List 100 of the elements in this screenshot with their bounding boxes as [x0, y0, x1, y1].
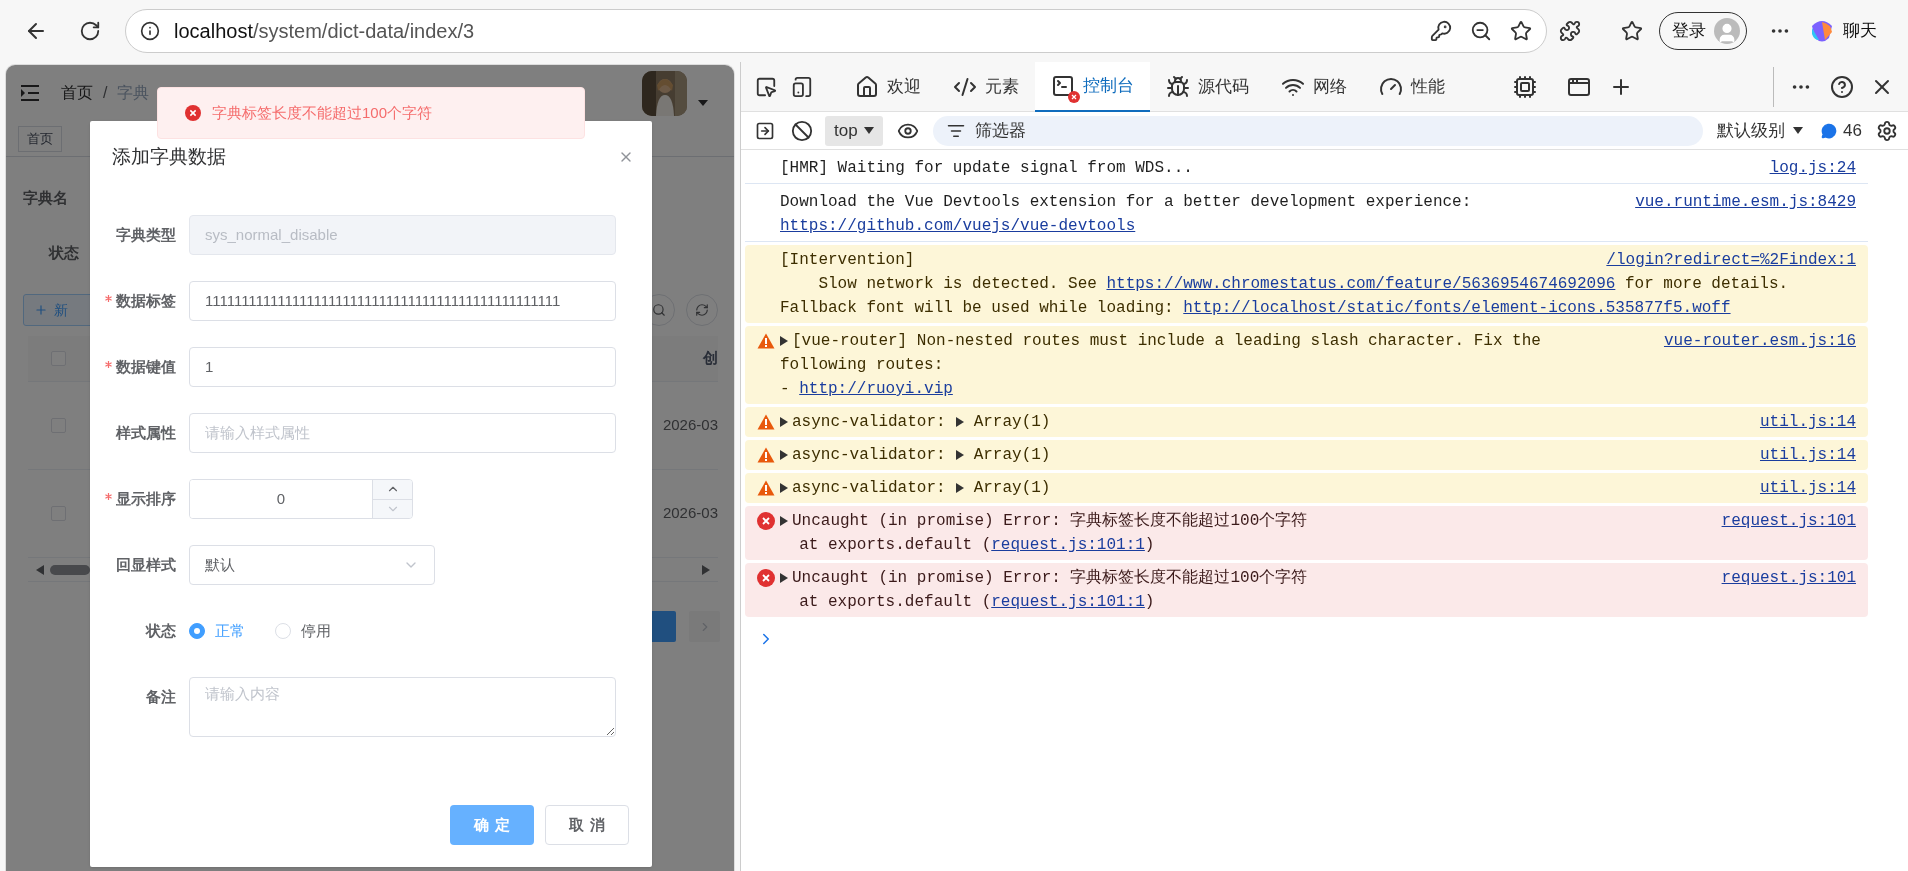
help-icon[interactable]	[1830, 74, 1854, 99]
column-header: 创	[703, 348, 718, 369]
breadcrumb-separator: /	[103, 83, 108, 103]
puzzle-icon[interactable]	[1559, 20, 1581, 42]
text-field[interactable]: 1	[189, 347, 616, 387]
zoom-out-icon[interactable]	[1470, 20, 1492, 42]
devtools-tab[interactable]: 网络	[1265, 61, 1363, 112]
textarea-field[interactable]: 请输入内容	[189, 677, 616, 737]
menu-icon[interactable]	[21, 85, 39, 101]
source-link[interactable]: vue-router.esm.js:16	[1663, 329, 1856, 353]
message-text: async-validator:	[792, 445, 946, 466]
text-field[interactable]: 1111111111111111111111111111111111111111111111111	[189, 281, 616, 321]
link[interactable]: https://github.com/vuejs/vue-devtools	[780, 217, 1136, 235]
refresh-icon	[695, 303, 709, 317]
expand-triangle-icon[interactable]	[780, 516, 788, 526]
expand-triangle-icon[interactable]	[955, 450, 964, 460]
required-asterisk-icon	[105, 360, 112, 368]
message-text: Array(1)	[973, 412, 1051, 433]
warning-icon	[757, 447, 775, 463]
key-icon[interactable]	[1430, 20, 1452, 42]
field-label: 数据标签	[116, 290, 176, 311]
expand-triangle-icon[interactable]	[780, 573, 788, 583]
link[interactable]: request.js:101:1	[991, 536, 1145, 554]
caret-icon	[863, 127, 874, 134]
message-text: Uncaught (in promise) Error: 字典标签长度不能超过100个字符	[792, 567, 1308, 589]
devtools-tab[interactable]: 性能	[1363, 61, 1461, 112]
message-text: [vue-router] Non-nested routes must include a leading slash character. Fix the	[792, 331, 1541, 352]
link[interactable]: http://localhost/static/fonts/element-icons.535877f5.woff	[1183, 299, 1731, 317]
assistant-logo-icon[interactable]	[1809, 18, 1835, 44]
message-text: - http://ruoyi.vip	[780, 379, 953, 400]
expand-triangle-icon[interactable]	[780, 336, 788, 346]
message-count: 46	[1843, 119, 1862, 142]
source-link[interactable]: request.js:101	[1721, 566, 1856, 590]
expand-triangle-icon[interactable]	[780, 417, 788, 427]
error-icon	[757, 569, 775, 587]
filter-field[interactable]: 筛选器	[932, 115, 1704, 146]
expand-triangle-icon[interactable]	[955, 417, 964, 427]
clear-icon[interactable]	[791, 119, 813, 142]
message-text: async-validator:	[792, 412, 946, 433]
message-text: Slow network is detected. See https://www.chromestatus.com/feature/5636954674692096 for more details.	[817, 274, 1789, 295]
warning-icon	[757, 333, 775, 349]
table-cell-text: 2026-03	[662, 503, 718, 524]
source-link[interactable]: /login?redirect=%2Findex:1	[1606, 248, 1856, 272]
log-level-select[interactable]: 默认级别	[1717, 117, 1804, 144]
search-icon	[652, 303, 666, 317]
scrollbar-thumb[interactable]	[50, 564, 90, 575]
source-link[interactable]: vue.runtime.esm.js:8429	[1635, 190, 1856, 214]
warning-icon	[757, 414, 775, 430]
devtools-tab[interactable]: 元素	[937, 61, 1035, 112]
radio-label[interactable]: 停用	[301, 619, 331, 643]
star-icon[interactable]	[1510, 20, 1532, 42]
error-icon	[185, 105, 201, 121]
bug-icon	[1166, 74, 1190, 99]
link[interactable]: request.js:101:1	[991, 593, 1145, 611]
dialog-title: 添加字典数据	[112, 144, 226, 169]
source-link[interactable]: request.js:101	[1721, 509, 1856, 533]
field-label: 回显样式	[116, 554, 176, 575]
message-icon[interactable]	[1821, 122, 1838, 139]
inspect-icon[interactable]	[755, 75, 777, 98]
source-link[interactable]: util.js:14	[1760, 443, 1856, 467]
source-link[interactable]: log.js:24	[1769, 156, 1856, 180]
expand-triangle-icon[interactable]	[955, 483, 964, 493]
plus-icon	[34, 303, 48, 317]
field-label: 数据键值	[116, 356, 176, 377]
devtools-tab[interactable]: 控制台	[1035, 61, 1150, 112]
house-icon	[855, 74, 879, 99]
caret-icon[interactable]	[698, 100, 708, 106]
message-text: [Intervention]	[780, 250, 915, 271]
breadcrumb-link[interactable]: 首页	[61, 81, 93, 105]
context-select[interactable]: top	[825, 115, 883, 146]
field-label: 字典类型	[116, 224, 176, 245]
message-text: Array(1)	[973, 478, 1051, 499]
field-label: 样式属性	[116, 422, 176, 443]
device-icon[interactable]	[791, 75, 813, 98]
expand-triangle-icon[interactable]	[780, 483, 788, 493]
devtools-tab[interactable]: 欢迎	[839, 61, 937, 112]
chat-label[interactable]: 聊天	[1843, 18, 1877, 44]
table-cell-text: 2026-03	[662, 415, 718, 436]
select-field[interactable]: 默认	[189, 545, 435, 585]
source-link[interactable]: util.js:14	[1760, 476, 1856, 500]
star-icon[interactable]	[1621, 20, 1643, 42]
radio-button[interactable]	[189, 623, 205, 639]
reload-icon	[79, 20, 101, 42]
field-label: 备注	[146, 686, 176, 707]
settings-icon[interactable]	[1876, 119, 1898, 142]
chip-icon[interactable]	[1513, 74, 1537, 99]
field-label: 显示排序	[116, 488, 176, 509]
devtools-tab[interactable]: 源代码	[1150, 61, 1265, 112]
expand-triangle-icon[interactable]	[780, 450, 788, 460]
info-icon[interactable]	[140, 21, 160, 41]
address-bar[interactable]: localhost/system/dict-data/index/3	[125, 9, 1547, 53]
sidebar-toggle-icon[interactable]	[755, 120, 775, 141]
link[interactable]: https://www.chromestatus.com/feature/5636954674692096	[1106, 275, 1616, 293]
cancel-button[interactable]: 取消	[545, 805, 629, 845]
source-link[interactable]: util.js:14	[1760, 410, 1856, 434]
link[interactable]: http://ruoyi.vip	[799, 380, 953, 398]
caret-icon	[1793, 127, 1804, 134]
scroll-left-icon[interactable]	[36, 564, 44, 575]
scroll-right-icon[interactable]	[702, 564, 710, 575]
tag[interactable]: 首页	[18, 125, 62, 152]
